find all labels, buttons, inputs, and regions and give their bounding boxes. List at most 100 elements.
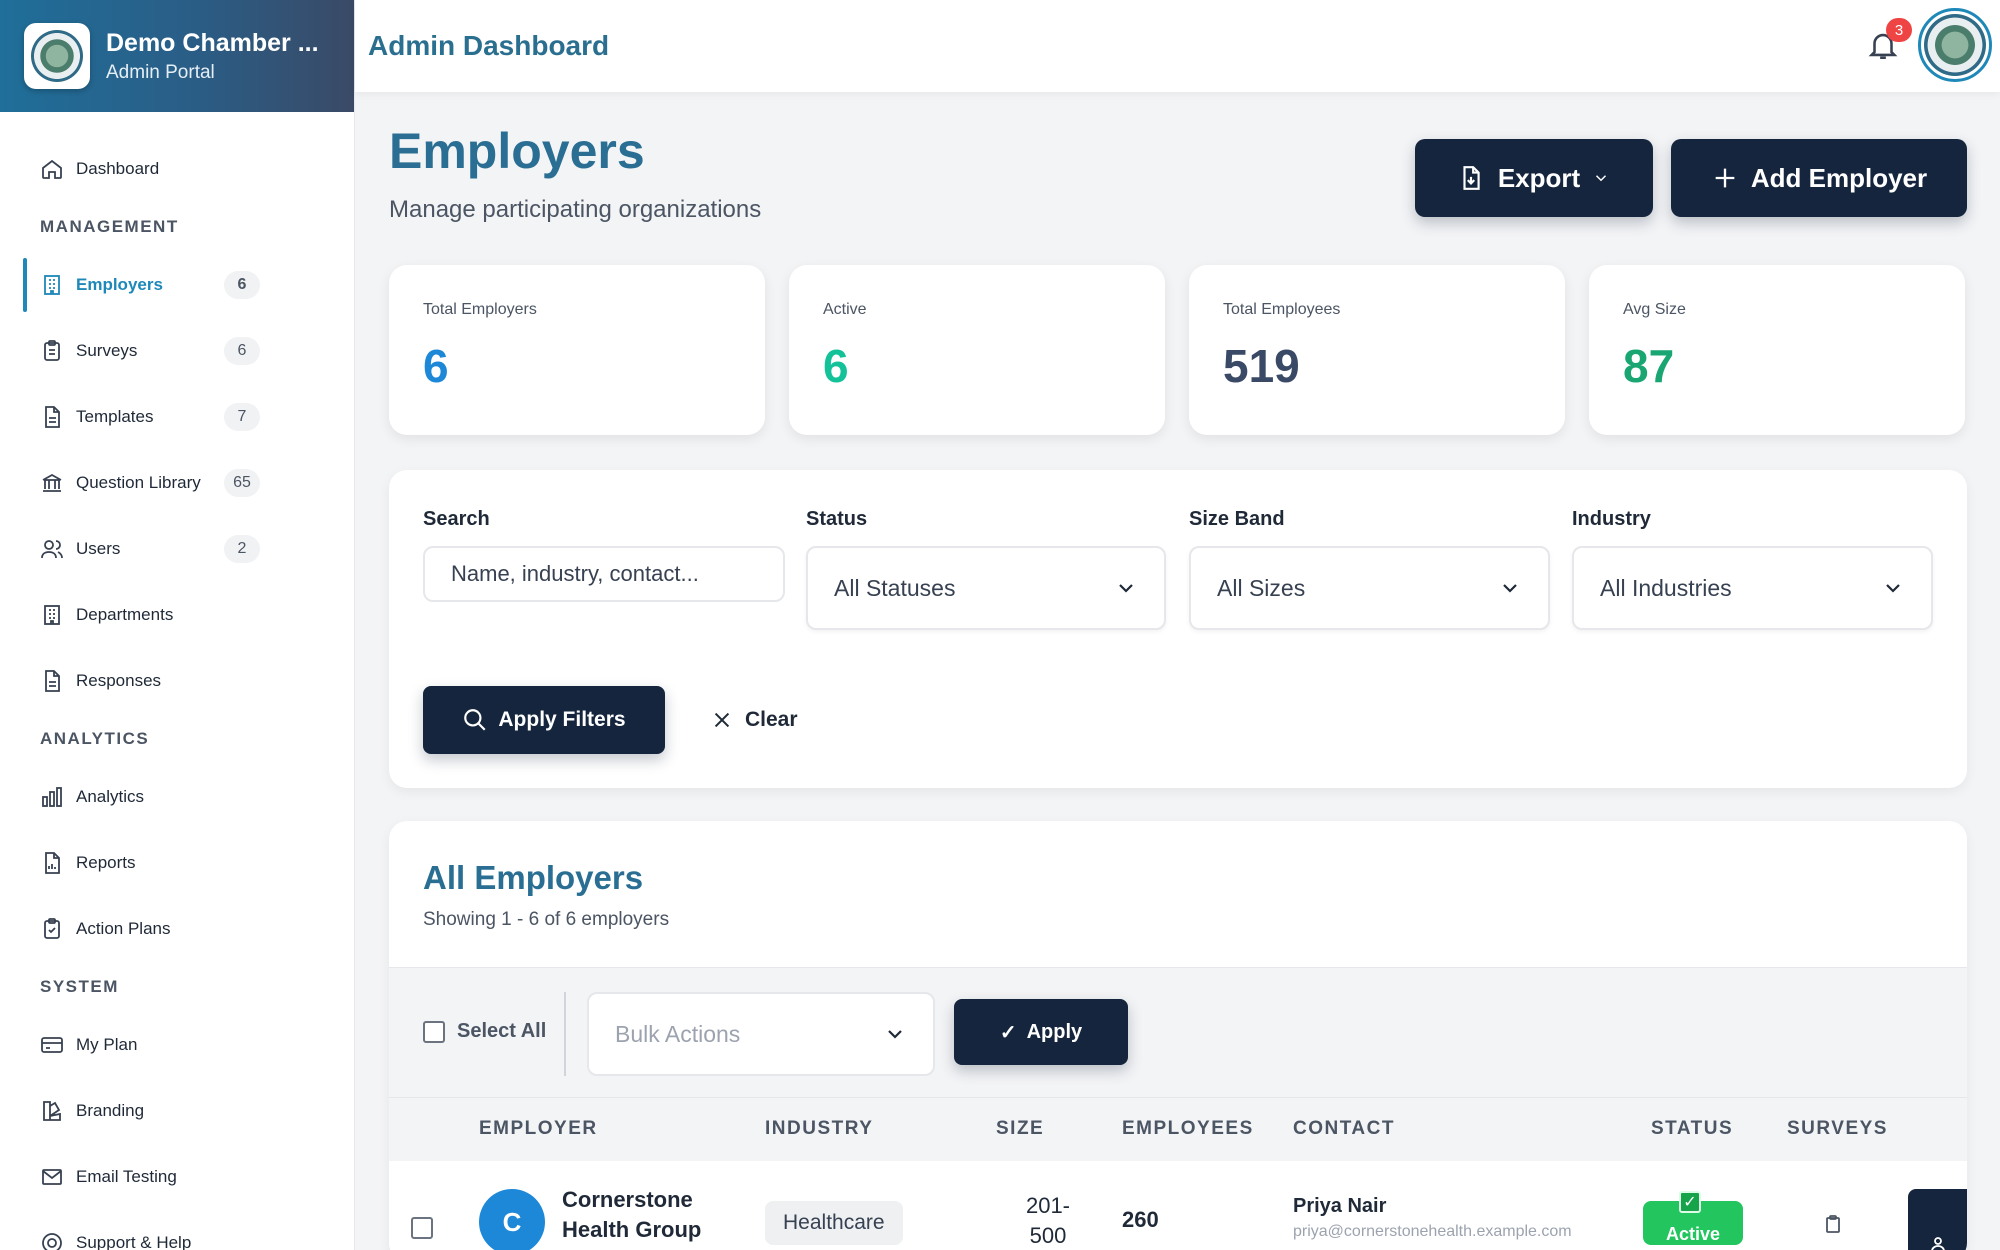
column-header-size[interactable]: SIZE: [996, 1118, 1044, 1140]
mail-icon: [40, 1165, 64, 1189]
home-icon: [40, 157, 64, 181]
sidebar-item-label: Surveys: [76, 341, 138, 360]
chevron-down-icon: [1114, 576, 1138, 600]
sidebar-nav: Dashboard MANAGEMENT Employers 6 Surveys…: [0, 112, 354, 1250]
apply-bulk-button[interactable]: ✓ Apply: [954, 999, 1128, 1065]
chevron-down-icon: [1881, 576, 1905, 600]
stat-label: Total Employees: [1223, 301, 1341, 318]
sidebar-item-label: Reports: [76, 853, 136, 872]
credit-card-icon: [40, 1033, 64, 1057]
contact-email[interactable]: priya@cornerstonehealth.example.com: [1293, 1223, 1572, 1241]
industry-select-value: All Industries: [1600, 574, 1732, 601]
sidebar-item-email-testing[interactable]: Email Testing: [0, 1144, 354, 1210]
count-badge: 6: [224, 337, 260, 365]
industry-label: Industry: [1572, 508, 1651, 530]
sidebar-item-dashboard[interactable]: Dashboard: [0, 136, 354, 202]
section-system: SYSTEM: [40, 977, 119, 996]
column-header-contact[interactable]: CONTACT: [1293, 1118, 1395, 1140]
stat-card-total-employees: Total Employees 519: [1189, 265, 1565, 435]
sidebar-item-question-library[interactable]: Question Library 65: [0, 450, 354, 516]
sidebar-item-label: Employers: [76, 275, 163, 294]
help-icon: [40, 1231, 64, 1250]
select-all-checkbox[interactable]: Select All: [423, 1020, 546, 1043]
column-header-employees[interactable]: EMPLOYEES: [1122, 1118, 1254, 1140]
search-icon: [464, 709, 486, 731]
bulk-actions-select[interactable]: Bulk Actions: [587, 992, 935, 1076]
clear-filters-button[interactable]: Clear: [711, 686, 798, 754]
add-employer-button[interactable]: Add Employer: [1671, 139, 1967, 217]
sidebar-item-employers[interactable]: Employers 6: [0, 252, 354, 318]
plus-icon: [1715, 168, 1735, 188]
chamber-logo: [24, 23, 90, 89]
sidebar-item-my-plan[interactable]: My Plan: [0, 1012, 354, 1078]
employees-count: 260: [1122, 1207, 1159, 1232]
table-row[interactable]: C Cornerstone Health Group Healthcare 20…: [389, 1161, 1967, 1250]
clipboard-check-icon: [40, 917, 64, 941]
count-badge: 6: [224, 271, 260, 299]
sidebar-item-surveys[interactable]: Surveys 6: [0, 318, 354, 384]
column-header-status[interactable]: STATUS: [1651, 1118, 1733, 1140]
sidebar-item-label: Responses: [76, 671, 162, 690]
page-title: Employers: [389, 123, 645, 179]
clipboard-icon[interactable]: [1825, 1215, 1841, 1233]
brand-header[interactable]: Demo Chamber ... Admin Portal: [0, 0, 354, 112]
search-input[interactable]: Name, industry, contact...: [423, 546, 785, 602]
apply-filters-button[interactable]: Apply Filters: [423, 686, 665, 754]
count-badge: 65: [224, 469, 260, 497]
employer-name[interactable]: Cornerstone Health Group: [562, 1185, 722, 1245]
sidebar-item-action-plans[interactable]: Action Plans: [0, 896, 354, 962]
checkbox[interactable]: [423, 1020, 445, 1043]
export-button[interactable]: Export: [1415, 139, 1653, 217]
user-avatar[interactable]: [1918, 8, 1992, 82]
table-header: EMPLOYER INDUSTRY SIZE EMPLOYEES CONTACT…: [389, 1097, 1967, 1161]
column-header-surveys[interactable]: SURVEYS: [1787, 1118, 1888, 1140]
sidebar-item-label: Question Library: [76, 473, 201, 492]
page-subtitle: Manage participating organizations: [389, 196, 762, 223]
row-checkbox[interactable]: [411, 1217, 433, 1239]
table-subtitle: Showing 1 - 6 of 6 employers: [423, 909, 670, 930]
bar-chart-icon: [40, 785, 64, 809]
contact-name: Priya Nair: [1293, 1195, 1387, 1217]
industry-select[interactable]: All Industries: [1572, 546, 1933, 630]
size-value: 201-500: [1025, 1193, 1071, 1248]
column-header-industry[interactable]: INDUSTRY: [765, 1118, 873, 1140]
size-band-select-value: All Sizes: [1217, 574, 1306, 601]
add-employer-label: Add Employer: [1750, 162, 1928, 193]
sidebar-item-users[interactable]: Users 2: [0, 516, 354, 582]
notifications-button[interactable]: 3: [1866, 18, 1912, 62]
sidebar-item-branding[interactable]: Branding: [0, 1078, 354, 1144]
section-management: MANAGEMENT: [40, 217, 179, 236]
user-icon: [1931, 1237, 1945, 1250]
filters-panel: Search Name, industry, contact... Status…: [389, 470, 1967, 788]
report-icon: [40, 851, 64, 875]
export-label: Export: [1497, 162, 1581, 193]
sidebar-item-responses[interactable]: Responses: [0, 648, 354, 714]
sidebar-item-templates[interactable]: Templates 7: [0, 384, 354, 450]
stat-card-total-employers: Total Employers 6: [389, 265, 765, 435]
library-icon: [40, 471, 64, 495]
file-download-icon: [1463, 166, 1480, 190]
stat-card-avg-size: Avg Size 87: [1589, 265, 1965, 435]
sidebar-item-departments[interactable]: Departments: [0, 582, 354, 648]
office-icon: [40, 603, 64, 627]
status-label: Status: [806, 508, 868, 530]
check-icon: ✓: [1679, 1191, 1701, 1213]
clipboard-icon: [40, 339, 64, 363]
chevron-down-icon: [1596, 175, 1607, 182]
column-header-employer[interactable]: EMPLOYER: [479, 1118, 598, 1140]
stat-card-active: Active 6: [789, 265, 1165, 435]
sidebar-item-analytics[interactable]: Analytics: [0, 764, 354, 830]
sidebar-item-label: Branding: [76, 1101, 145, 1120]
row-action-button[interactable]: [1908, 1189, 1967, 1250]
stat-value: 519: [1223, 340, 1300, 392]
size-band-select[interactable]: All Sizes: [1189, 546, 1550, 630]
sidebar-item-support[interactable]: Support & Help: [0, 1210, 354, 1250]
sidebar-item-label: Departments: [76, 605, 174, 624]
chevron-down-icon: [1498, 576, 1522, 600]
close-icon: [714, 712, 730, 728]
status-select[interactable]: All Statuses: [806, 546, 1166, 630]
stat-value: 87: [1623, 340, 1675, 392]
sidebar: Demo Chamber ... Admin Portal Dashboard …: [0, 0, 355, 1250]
industry-badge: Healthcare: [765, 1201, 903, 1245]
sidebar-item-reports[interactable]: Reports: [0, 830, 354, 896]
